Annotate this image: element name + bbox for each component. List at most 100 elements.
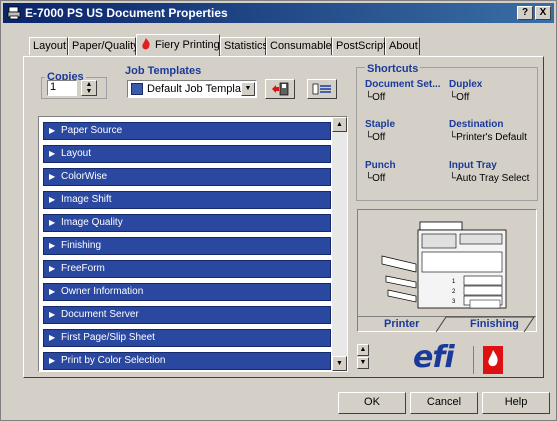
shortcut-document-set-label[interactable]: Document Set... [365,79,441,90]
section-image-shift[interactable]: ▶ Image Shift [43,191,331,209]
section-label: Print by Color Selection [61,355,166,366]
section-print-by-color-selection[interactable]: ▶ Print by Color Selection [43,352,331,370]
spinner-up-icon[interactable]: ▲ [82,81,96,88]
shortcut-value-text: Off [456,92,470,103]
tab-layout[interactable]: Layout [29,37,68,55]
printer-icon [7,6,21,20]
triangle-right-icon: ▶ [49,218,56,227]
job-template-select[interactable]: Default Job Template ▼ [127,80,257,98]
printer-illustration-icon [381,221,507,309]
shortcut-value-text: Off [372,132,386,143]
fiery-logo [483,346,503,374]
shortcut-destination-label[interactable]: Destination [449,119,503,130]
section-label: Paper Source [61,125,123,136]
section-label: Layout [61,148,92,159]
section-label: Image Quality [61,217,123,228]
shortcut-input-tray-value: └Auto Tray Select [449,173,530,184]
section-label: Document Server [61,309,139,320]
shortcut-input-tray-label[interactable]: Input Tray [449,160,497,171]
preview-tab-finishing[interactable]: Finishing [470,318,519,330]
tab-statistics[interactable]: Statistics [220,37,269,55]
section-label: FreeForm [61,263,105,274]
fiery-flame-icon [142,38,150,50]
shortcut-value-text: Printer's Default [456,132,527,143]
shortcut-duplex-label[interactable]: Duplex [449,79,482,90]
list-settings-icon [312,83,331,95]
efi-logo: efi [413,340,455,375]
section-label: First Page/Slip Sheet [61,332,155,343]
section-label: Finishing [61,240,102,251]
help-button[interactable]: Help [482,392,550,414]
tab-about[interactable]: About [385,37,420,55]
triangle-right-icon: ▶ [49,264,56,273]
tray-2-label: 2 [452,289,456,295]
document-properties-window: E-7000 PS US Document Properties ? X Lay… [0,0,557,421]
section-colorwise[interactable]: ▶ ColorWise [43,168,331,186]
triangle-right-icon: ▶ [49,310,56,319]
tab-paper-quality[interactable]: Paper/Quality [68,37,139,55]
fiery-flame-icon [488,350,498,367]
shortcuts-label: Shortcuts [365,63,421,75]
tab-label: Statistics [224,40,269,52]
tab-label: Paper/Quality [72,40,139,52]
tray-3-label: 3 [452,299,456,305]
window-title: E-7000 PS US Document Properties [25,6,228,20]
section-finishing[interactable]: ▶ Finishing [43,237,331,255]
printer-preview: 1 2 3 Printer Finishing [357,209,537,332]
triangle-right-icon: ▶ [49,195,56,204]
tab-consumables[interactable]: Consumables [266,37,337,55]
tab-label: Fiery Printing [155,39,220,51]
triangle-right-icon: ▶ [49,126,56,135]
preview-tab-printer[interactable]: Printer [384,318,419,330]
tray-1-label: 1 [452,279,456,285]
copies-spinner[interactable]: ▲ ▼ [81,80,97,96]
section-first-page-slip-sheet[interactable]: ▶ First Page/Slip Sheet [43,329,331,347]
job-template-value: Default Job Template [147,83,251,95]
manage-templates-button[interactable] [307,79,337,99]
triangle-right-icon: ▶ [49,149,56,158]
shortcut-duplex-value: └Off [449,92,470,103]
chevron-down-icon[interactable]: ▼ [241,82,255,96]
triangle-right-icon: ▶ [49,333,56,342]
triangle-right-icon: ▶ [49,172,56,181]
section-layout[interactable]: ▶ Layout [43,145,331,163]
shortcut-punch-value: └Off [365,173,386,184]
section-label: ColorWise [61,171,108,182]
triangle-right-icon: ▶ [49,356,56,365]
save-disk-icon [272,82,289,96]
tab-label: Consumables [270,40,338,52]
section-paper-source[interactable]: ▶ Paper Source [43,122,331,140]
help-title-button[interactable]: ? [517,6,533,20]
section-document-server[interactable]: ▶ Document Server [43,306,331,324]
copies-input[interactable]: 1 [47,80,77,96]
scroll-up-icon[interactable]: ▲ [332,117,347,132]
triangle-right-icon: ▶ [49,241,56,250]
tab-label: PostScript [336,40,387,52]
tab-label: Layout [33,40,67,52]
section-image-quality[interactable]: ▶ Image Quality [43,214,331,232]
section-list-scrollbar[interactable]: ▲ ▼ [332,117,347,371]
shortcut-value-text: Off [372,92,386,103]
tab-fiery-printing[interactable]: Fiery Printing [136,34,220,56]
shortcut-staple-label[interactable]: Staple [365,119,395,130]
tab-label: About [389,40,418,52]
tab-postscript[interactable]: PostScript [332,37,387,55]
section-owner-information[interactable]: ▶ Owner Information [43,283,331,301]
scroll-down-icon[interactable]: ▼ [332,356,347,371]
shortcut-destination-value: └Printer's Default [449,132,527,143]
logo-divider [473,346,474,374]
section-label: Owner Information [61,286,144,297]
close-button[interactable]: X [535,6,551,20]
section-freeform[interactable]: ▶ FreeForm [43,260,331,278]
cancel-button[interactable]: Cancel [410,392,478,414]
save-template-button[interactable] [265,79,295,99]
logo-area: efi [357,338,537,378]
spinner-down-icon[interactable]: ▼ [82,88,96,95]
shortcut-document-set-value: └Off [365,92,386,103]
triangle-right-icon: ▶ [49,287,56,296]
job-templates-label: Job Templates [125,65,202,77]
shortcut-punch-label[interactable]: Punch [365,160,396,171]
title-bar[interactable]: E-7000 PS US Document Properties ? X [3,3,554,23]
ok-button[interactable]: OK [338,392,406,414]
section-label: Image Shift [61,194,112,205]
